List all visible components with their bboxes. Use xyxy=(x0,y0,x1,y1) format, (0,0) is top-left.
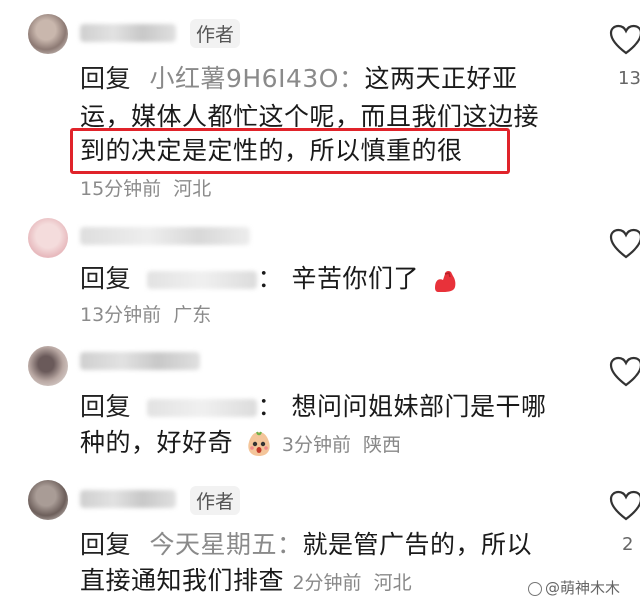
comment-meta: 13分钟前 广东 xyxy=(80,300,211,327)
mention-colon: ： xyxy=(257,264,283,293)
blurred-username[interactable] xyxy=(80,352,200,370)
avatar[interactable] xyxy=(28,14,68,54)
author-tag: 作者 xyxy=(190,19,241,48)
watermark: @萌神木木 xyxy=(528,577,620,598)
comment-time: 3分钟前 xyxy=(281,434,352,456)
comment-text-line-1: 回复 小红薯9H6I43O：这两天正好亚 xyxy=(80,62,517,96)
comment-text: 这两天正好亚 xyxy=(364,64,518,93)
comment-time: 15分钟前 xyxy=(80,178,162,200)
reply-label: 回复 xyxy=(80,530,132,559)
reply-label: 回复 xyxy=(80,264,132,293)
like-heart-icon[interactable] xyxy=(609,24,640,56)
comment-text: 种的，好好奇 xyxy=(80,428,234,457)
comment-text-line-1: 回复 ： 辛苦你们了 xyxy=(80,262,459,296)
comment-text: 想问问姐妹部门是干哪 xyxy=(291,392,547,421)
comment-location: 广东 xyxy=(173,304,212,326)
avatar[interactable] xyxy=(28,480,68,520)
comment-text-line-2: 种的，好好奇 3分钟前 陕西 xyxy=(80,426,401,462)
comment-text: 辛苦你们了 xyxy=(291,264,419,293)
blurred-username[interactable] xyxy=(80,490,176,508)
like-count: 2 xyxy=(622,534,634,555)
flexed-biceps-emoji-icon xyxy=(435,270,456,292)
watermark-text: @萌神木木 xyxy=(545,579,621,597)
like-heart-icon[interactable] xyxy=(609,356,640,388)
like-count: 13 xyxy=(618,68,640,89)
red-highlight-box xyxy=(70,128,510,174)
blurred-mention[interactable] xyxy=(147,399,258,417)
watermark-logo-icon xyxy=(528,581,542,596)
mention-username[interactable]: 小红薯9H6I43O： xyxy=(149,64,364,93)
comment-location: 河北 xyxy=(173,178,212,200)
mention-username[interactable]: 今天星期五： xyxy=(149,530,302,559)
comment-text-line-1: 回复 ： 想问问姐妹部门是干哪 xyxy=(80,390,546,424)
like-heart-icon[interactable] xyxy=(609,228,640,260)
comment-time: 2分钟前 xyxy=(292,572,362,594)
author-tag: 作者 xyxy=(190,486,241,515)
avatar[interactable] xyxy=(28,218,68,258)
comment-meta: 15分钟前 河北 xyxy=(80,174,211,201)
comment-location: 河北 xyxy=(373,572,412,594)
reply-label: 回复 xyxy=(80,64,132,93)
reply-label: 回复 xyxy=(80,392,132,421)
curious-face-emoji-icon xyxy=(248,431,271,456)
blurred-username[interactable] xyxy=(80,227,250,245)
comment-time: 13分钟前 xyxy=(80,304,162,326)
blurred-username[interactable] xyxy=(80,24,176,42)
comment-text: 就是管广告的，所以 xyxy=(302,530,532,559)
like-heart-icon[interactable] xyxy=(609,490,640,522)
comment-text-line-1: 回复 今天星期五：就是管广告的，所以 xyxy=(80,528,532,562)
avatar[interactable] xyxy=(28,346,68,386)
comment-text-line-2: 直接通知我们排查 2分钟前 河北 xyxy=(80,564,412,600)
comment-text: 直接通知我们排查 xyxy=(80,566,285,595)
comment-location: 陕西 xyxy=(363,434,402,456)
blurred-mention[interactable] xyxy=(147,271,258,289)
mention-colon: ： xyxy=(257,392,283,421)
